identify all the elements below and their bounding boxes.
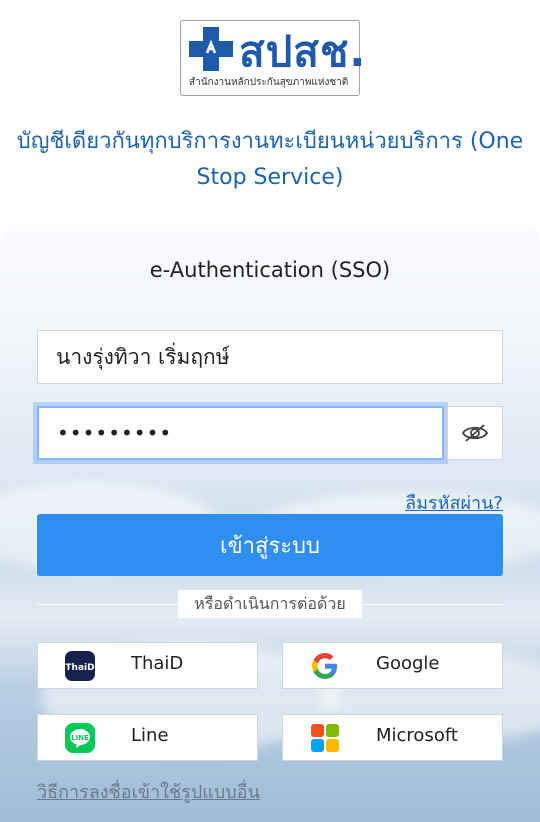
eye-slash-icon — [462, 424, 488, 442]
microsoft-label: Microsoft — [376, 725, 458, 746]
thaid-login-button[interactable]: ThaiD ThaiD — [37, 642, 258, 689]
google-icon — [312, 653, 337, 679]
password-field[interactable]: ••••••••• — [37, 406, 444, 460]
thaid-icon: ThaiD — [65, 651, 95, 681]
logo-subtitle: สำนักงานหลักประกันสุขภาพแห่งชาติ — [189, 77, 349, 88]
line-icon: LINE — [65, 723, 95, 753]
microsoft-login-button[interactable]: Microsoft — [282, 714, 503, 761]
username-field[interactable]: นางรุ่งทิวา เริ่มฤกษ์ — [37, 330, 503, 384]
google-label: Google — [376, 653, 440, 674]
login-button[interactable]: เข้าสู่ระบบ — [37, 514, 503, 576]
nhso-logo: สปสช. สำนักงานหลักประกันสุขภาพแห่งชาติ — [180, 20, 365, 96]
google-login-button[interactable]: Google — [282, 642, 503, 689]
divider-text: หรือดำเนินการต่อด้วย — [178, 590, 362, 618]
login-title: e-Authentication (SSO) — [149, 258, 391, 282]
toggle-password-visibility-button[interactable] — [447, 406, 503, 460]
header: สปสช. สำนักงานหลักประกันสุขภาพแห่งชาติ บ… — [0, 0, 540, 240]
thaid-label: ThaiD — [131, 653, 184, 674]
page-tagline: บัญชีเดียวกันทุกบริการงานทะเบียนหน่วยบริ… — [16, 129, 524, 190]
health-cross-icon — [189, 27, 233, 71]
forgot-password-link[interactable]: ลืมรหัสผ่าน? — [405, 488, 503, 517]
svg-text:ThaiD: ThaiD — [65, 663, 94, 673]
line-login-button[interactable]: LINE Line — [37, 714, 258, 761]
other-signin-methods-link[interactable]: วิธีการลงชื่อเข้าใช้รูปแบบอื่น — [37, 777, 260, 806]
line-label: Line — [131, 725, 169, 746]
microsoft-icon — [311, 724, 339, 752]
svg-text:LINE: LINE — [71, 734, 89, 742]
